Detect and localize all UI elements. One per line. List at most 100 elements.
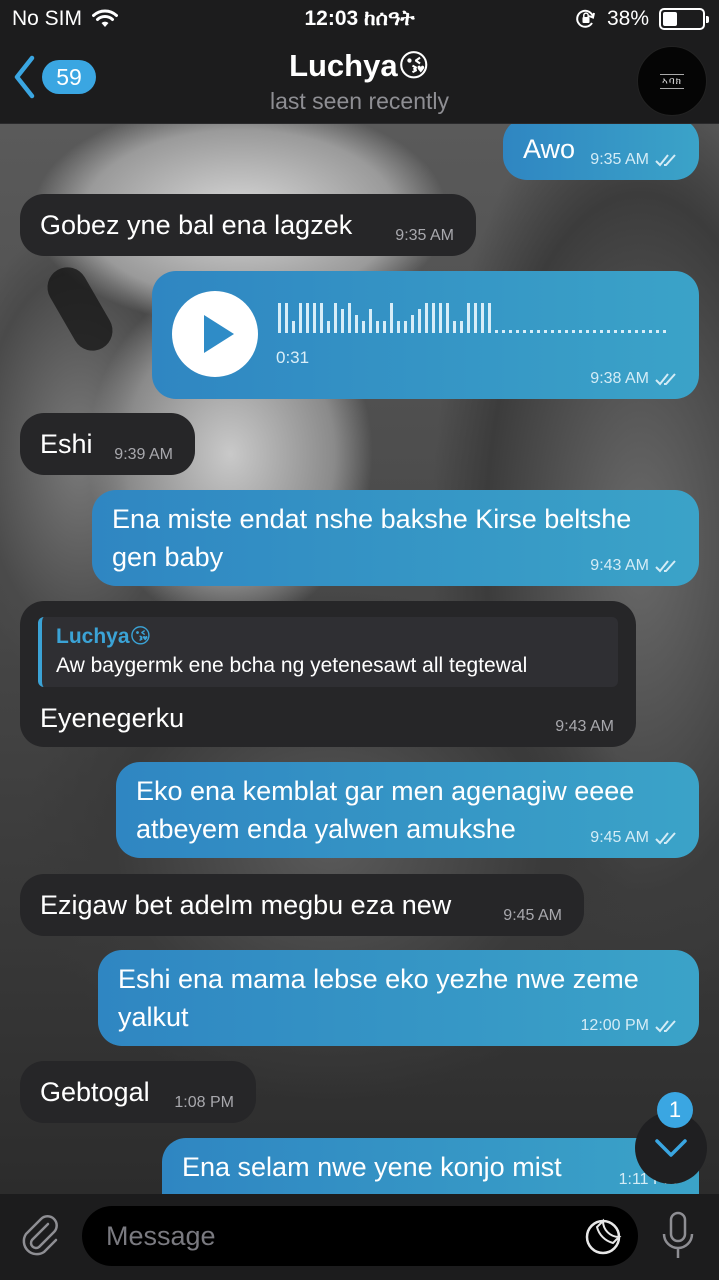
sticker-icon[interactable]	[584, 1218, 622, 1256]
waveform-bar	[411, 315, 414, 333]
orientation-lock-icon	[576, 9, 595, 28]
chat-title-area[interactable]: Luchya😘 last seen recently	[150, 48, 569, 115]
waveform-dot	[572, 330, 575, 333]
waveform-bar	[292, 321, 295, 333]
chat-title: Luchya😘	[289, 48, 430, 83]
voice-duration: 0:31	[276, 348, 310, 367]
waveform-bar	[425, 303, 428, 333]
unread-chats-count: 59	[42, 60, 96, 94]
message-bubble-incoming[interactable]: Eshi 9:39 AM	[20, 413, 195, 475]
waveform-dot	[579, 330, 582, 333]
message-bubble-incoming-reply[interactable]: Luchya😘 Aw baygermk ene bcha ng yetenesa…	[20, 601, 636, 747]
waveform-bar	[313, 303, 316, 333]
waveform-dot	[537, 330, 540, 333]
waveform-bar	[474, 303, 477, 333]
waveform-dot	[628, 330, 631, 333]
read-ticks-icon	[655, 1020, 676, 1033]
message-bubble-outgoing[interactable]: Eshi ena mama lebse eko yezhe nwe zeme y…	[98, 950, 699, 1046]
microphone-icon[interactable]	[658, 1210, 698, 1262]
message-bubble-outgoing[interactable]: Ena miste endat nshe bakshe Kirse beltsh…	[92, 490, 699, 586]
waveform-bar	[285, 303, 288, 333]
message-bubble-incoming[interactable]: Ezigaw bet adelm megbu eza new 9:45 AM	[20, 874, 584, 936]
read-ticks-icon	[655, 154, 676, 167]
message-input[interactable]	[82, 1206, 638, 1266]
message-meta: 9:35 AM	[590, 150, 677, 170]
waveform-bar	[299, 303, 302, 333]
waveform-dot	[530, 330, 533, 333]
message-meta: 12:00 PM	[581, 1016, 677, 1036]
message-time: 9:45 AM	[590, 829, 649, 846]
waveform-bar	[278, 303, 281, 333]
waveform-dot	[586, 330, 589, 333]
read-ticks-icon	[655, 373, 676, 386]
status-right: 38%	[575, 7, 709, 31]
waveform-dot	[607, 330, 610, 333]
play-button[interactable]	[172, 291, 258, 377]
chevron-down-icon	[655, 1139, 687, 1157]
waveform-bar	[341, 309, 344, 333]
chat-header: 59 Luchya😘 last seen recently ኣባክ	[0, 40, 719, 124]
battery-percent: 38%	[606, 7, 649, 30]
waveform-bar	[481, 303, 484, 333]
waveform-bar	[397, 321, 400, 333]
waveform-dot	[565, 330, 568, 333]
message-meta: 9:43 AM	[590, 556, 677, 576]
waveform-dot	[656, 330, 659, 333]
voice-waveform[interactable]	[276, 303, 666, 335]
paperclip-icon[interactable]	[18, 1212, 64, 1258]
status-bar: No SIM 12:03 ከሰዓት 38%	[0, 0, 719, 40]
waveform-bar	[418, 309, 421, 333]
battery-icon	[659, 8, 709, 30]
message-text: Eko ena kemblat gar men agenagiw eeee at…	[136, 776, 635, 844]
waveform-dot	[621, 330, 624, 333]
chat-status: last seen recently	[270, 88, 449, 114]
waveform-bar	[362, 321, 365, 333]
message-bubble-incoming[interactable]: Gobez yne bal ena lagzek 9:35 AM	[20, 194, 476, 256]
battery-level	[663, 12, 677, 26]
waveform-dot	[663, 330, 666, 333]
message-time: 9:43 AM	[555, 718, 614, 735]
message-text: Ena miste endat nshe bakshe Kirse beltsh…	[112, 504, 632, 572]
message-bubble-outgoing[interactable]: Awo 9:35 AM	[503, 118, 699, 180]
waveform-dot	[544, 330, 547, 333]
waveform-dot	[600, 330, 603, 333]
waveform-dot	[523, 330, 526, 333]
voice-message-bubble[interactable]: 0:31 9:38 AM	[152, 271, 699, 399]
waveform-bar	[334, 303, 337, 333]
waveform-bar	[348, 303, 351, 333]
waveform-bar	[439, 303, 442, 333]
reply-preview[interactable]: Luchya😘 Aw baygermk ene bcha ng yetenesa…	[38, 617, 618, 687]
message-text: Ezigaw bet adelm megbu eza new	[40, 890, 452, 920]
avatar[interactable]: ኣባክ	[637, 46, 707, 116]
waveform-bar	[327, 321, 330, 333]
message-input-bar	[0, 1194, 719, 1280]
message-time: 9:45 AM	[503, 907, 562, 924]
play-icon	[204, 315, 234, 353]
waveform-bar	[390, 303, 393, 333]
message-meta: 9:39 AM	[114, 445, 173, 465]
waveform-bar	[460, 321, 463, 333]
message-bubble-incoming[interactable]: Gebtogal 1:08 PM	[20, 1061, 256, 1123]
waveform-dot	[649, 330, 652, 333]
waveform-bar	[369, 309, 372, 333]
waveform-bar	[306, 303, 309, 333]
message-bubble-outgoing[interactable]: Eko ena kemblat gar men agenagiw eeee at…	[116, 762, 699, 858]
waveform-bar	[467, 303, 470, 333]
message-time: 1:08 PM	[174, 1094, 234, 1111]
waveform-bar	[376, 321, 379, 333]
waveform-dot	[614, 330, 617, 333]
message-time: 9:38 AM	[590, 370, 649, 387]
message-text: Eshi	[40, 429, 93, 459]
unread-messages-badge: 1	[657, 1092, 693, 1128]
message-time: 9:43 AM	[590, 557, 649, 574]
wallpaper-detail	[40, 260, 120, 358]
message-meta: 9:35 AM	[395, 226, 454, 246]
waveform-dot	[509, 330, 512, 333]
back-button[interactable]: 59	[12, 54, 96, 100]
reply-author: Luchya😘	[56, 625, 152, 648]
waveform-bar	[453, 321, 456, 333]
message-text: Eshi ena mama lebse eko yezhe nwe zeme y…	[118, 964, 639, 1032]
chevron-left-icon	[14, 55, 35, 99]
waveform-dot	[642, 330, 645, 333]
message-bubble-outgoing[interactable]: Ena selam nwe yene konjo mist 1:11 PM	[162, 1138, 699, 1194]
